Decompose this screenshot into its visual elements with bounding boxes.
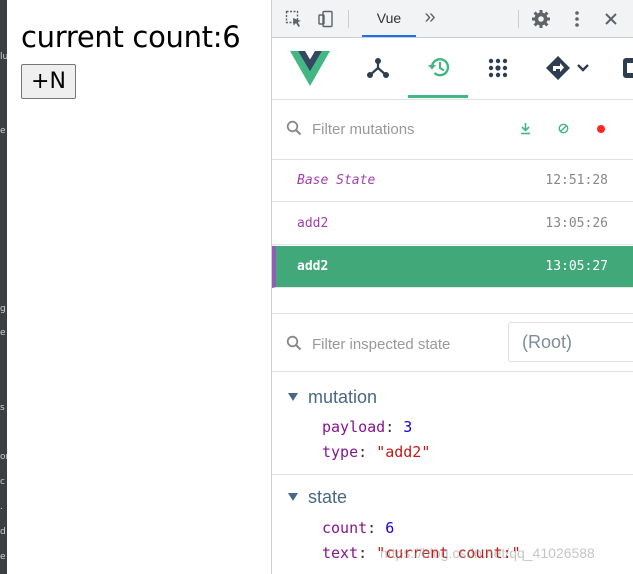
mutation-time: 12:51:28 — [545, 173, 608, 188]
more-tabs-icon[interactable]: » — [420, 6, 440, 28]
section-title: state — [308, 486, 348, 507]
vuex-history-icon[interactable] — [408, 38, 468, 98]
mutation-list-spacer — [272, 288, 633, 314]
state-section-header[interactable]: state — [288, 485, 347, 509]
mutation-section-header[interactable]: mutation — [288, 385, 377, 409]
mutation-row-add2-selected[interactable]: add2 13:05:27 — [272, 246, 633, 288]
edge-text-fragment: . — [0, 502, 3, 512]
edge-text-fragment: e — [0, 552, 6, 562]
count-entry: count: 6 — [322, 519, 395, 537]
current-count-text: current count:6 — [21, 20, 241, 54]
collapse-triangle-icon — [288, 393, 298, 401]
components-tree-icon[interactable] — [348, 38, 408, 98]
edge-text-fragment: e — [0, 126, 6, 136]
filter-mutations-input[interactable] — [312, 119, 472, 139]
mutation-row-add2[interactable]: add2 13:05:26 — [272, 203, 633, 245]
commit-all-icon[interactable] — [520, 123, 531, 135]
router-dropdown-icon[interactable] — [534, 38, 602, 98]
search-icon — [286, 335, 302, 351]
mutation-time: 13:05:27 — [545, 259, 608, 274]
app-page: current count:6 +N — [7, 0, 271, 574]
edge-text-fragment: or — [0, 452, 10, 462]
edge-text-fragment: lu — [0, 52, 9, 62]
edge-text-fragment: s — [0, 403, 5, 413]
mutation-name: add2 — [297, 216, 329, 231]
section-divider — [272, 474, 633, 475]
filter-inspected-state-input[interactable] — [312, 334, 492, 354]
type-key: type — [322, 443, 359, 461]
type-entry: type: "add2" — [322, 443, 431, 461]
performance-icon[interactable] — [618, 38, 633, 98]
edge-text-fragment: c — [0, 477, 5, 487]
vue-devtools-toolbar — [272, 38, 633, 100]
mutation-row-base-state[interactable]: Base State 12:51:28 — [272, 160, 633, 202]
tab-vue[interactable]: Vue — [362, 0, 416, 37]
record-icon[interactable] — [596, 124, 606, 134]
type-value: "add2" — [376, 443, 431, 461]
mutation-name: Base State — [297, 173, 376, 188]
mutation-name: add2 — [297, 259, 329, 274]
toolbar-divider — [348, 10, 349, 28]
left-window-edge: lu e g e s or c . d e — [0, 0, 10, 574]
payload-entry: payload: 3 — [322, 418, 413, 436]
mutations-filter-bar — [272, 100, 633, 160]
text-key: text — [322, 544, 359, 562]
watermark-text: https://blog.csdn.net/qq_41026588 — [380, 545, 595, 561]
revert-all-icon[interactable] — [558, 123, 569, 134]
device-toolbar-icon[interactable] — [316, 9, 336, 29]
add-n-button[interactable]: +N — [21, 64, 76, 99]
count-key: count — [322, 519, 368, 537]
devtools-tabbar: Vue » — [272, 0, 633, 38]
section-title: mutation — [308, 386, 378, 407]
payload-value: 3 — [403, 418, 413, 436]
edge-text-fragment: d — [0, 527, 6, 537]
payload-key: payload — [322, 418, 386, 436]
toolbar-divider — [518, 10, 519, 28]
events-icon[interactable] — [468, 38, 528, 98]
edge-text-fragment: g — [0, 304, 6, 314]
collapse-triangle-icon — [288, 493, 298, 501]
vue-logo-icon — [286, 38, 334, 98]
edge-text-fragment: e — [0, 328, 6, 338]
devtools-panel: Vue » Filter mutations Base State 12:51:… — [271, 0, 633, 574]
close-icon[interactable] — [601, 9, 621, 29]
mutation-time: 13:05:26 — [545, 216, 608, 231]
mutation-section: mutation payload: 3 type: "add2" — [272, 385, 633, 473]
root-select[interactable]: (Root) — [508, 322, 633, 362]
settings-gear-icon[interactable] — [531, 9, 551, 29]
state-filter-bar: (Root) — [272, 314, 633, 372]
count-value: 6 — [385, 519, 395, 537]
inspect-element-icon[interactable] — [284, 9, 304, 29]
more-options-icon[interactable] — [567, 9, 587, 29]
search-icon — [286, 120, 302, 136]
